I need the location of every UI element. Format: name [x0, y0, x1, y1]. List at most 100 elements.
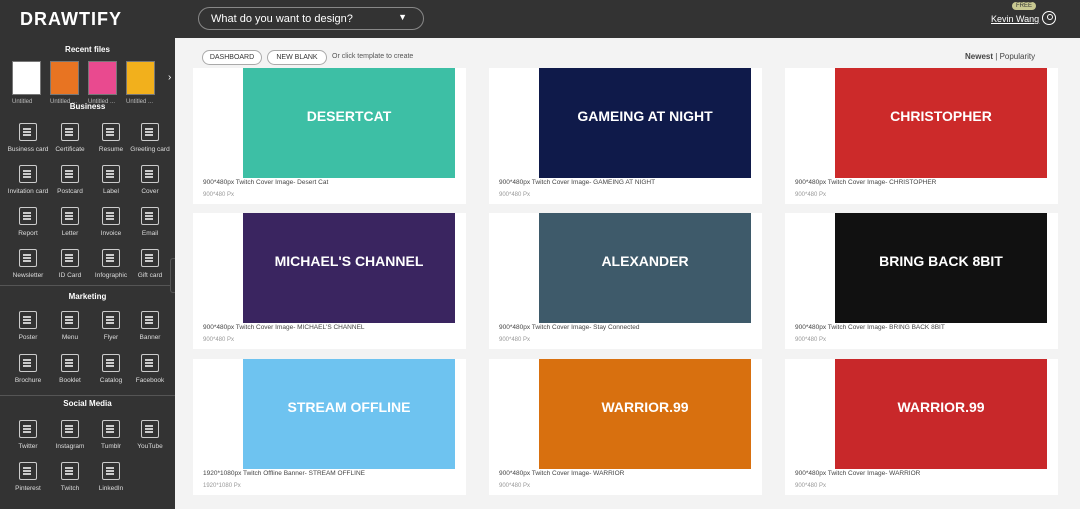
template-category-facebook[interactable]: Facebook: [128, 354, 172, 384]
thumbnail-text: BRING BACK 8BIT: [879, 253, 1003, 269]
template-card[interactable]: STREAM OFFLINE 1920*1080px Twitch Offline…: [193, 359, 466, 495]
template-size: 900*480 Px: [795, 337, 827, 343]
category-icon: [141, 207, 159, 225]
template-card[interactable]: WARRIOR.99 900*480px Twitch Cover Image- …: [489, 359, 762, 495]
category-icon: [19, 420, 37, 438]
search-dropdown[interactable]: What do you want to design? ▼: [198, 7, 424, 30]
template-category-invoice[interactable]: Invoice: [89, 207, 133, 237]
template-category-infographic[interactable]: Infographic: [89, 249, 133, 279]
dashboard-button[interactable]: DASHBOARD: [202, 50, 262, 65]
category-label: Facebook: [135, 377, 165, 384]
template-thumbnail[interactable]: WARRIOR.99: [835, 359, 1047, 469]
template-title: 900*480px Twitch Cover Image- WARRIOR: [499, 470, 625, 477]
new-blank-button[interactable]: NEW BLANK: [267, 50, 327, 65]
recent-file[interactable]: [12, 61, 41, 95]
template-category-catalog[interactable]: Catalog: [89, 354, 133, 384]
category-icon: [141, 123, 159, 141]
category-label: Cover: [141, 188, 159, 195]
user-name-link[interactable]: Kevin Wang: [991, 14, 1039, 24]
template-category-resume[interactable]: Resume: [89, 123, 133, 153]
template-thumbnail[interactable]: GAMEING AT NIGHT: [539, 68, 751, 178]
template-thumbnail[interactable]: ALEXANDER: [539, 213, 751, 323]
template-thumbnail[interactable]: MICHAEL'S CHANNEL: [243, 213, 455, 323]
category-label: Invitation card: [7, 188, 49, 195]
template-thumbnail[interactable]: BRING BACK 8BIT: [835, 213, 1047, 323]
recent-file[interactable]: [88, 61, 117, 95]
user-account-icon[interactable]: [1042, 11, 1056, 25]
template-card[interactable]: CHRISTOPHER 900*480px Twitch Cover Image-…: [785, 68, 1058, 204]
template-category-flyer[interactable]: Flyer: [89, 311, 133, 341]
template-card[interactable]: ALEXANDER 900*480px Twitch Cover Image- S…: [489, 213, 762, 349]
template-size: 900*480 Px: [203, 192, 235, 198]
template-category-label[interactable]: Label: [89, 165, 133, 195]
template-category-pinterest[interactable]: Pinterest: [6, 462, 50, 492]
template-thumbnail[interactable]: DESERTCAT: [243, 68, 455, 178]
category-icon: [141, 165, 159, 183]
sort-divider: |: [995, 52, 998, 61]
template-category-cover[interactable]: Cover: [128, 165, 172, 195]
template-category-report[interactable]: Report: [6, 207, 50, 237]
template-category-postcard[interactable]: Postcard: [48, 165, 92, 195]
chevron-right-icon[interactable]: ›: [168, 72, 171, 83]
template-card[interactable]: WARRIOR.99 900*480px Twitch Cover Image- …: [785, 359, 1058, 495]
template-category-brochure[interactable]: Brochure: [6, 354, 50, 384]
template-title: 1920*1080px Twitch Offline Banner- STREA…: [203, 470, 365, 477]
category-icon: [19, 165, 37, 183]
template-title: 900*480px Twitch Cover Image- CHRISTOPHE…: [795, 179, 937, 186]
category-icon: [102, 207, 120, 225]
template-thumbnail[interactable]: STREAM OFFLINE: [243, 359, 455, 469]
template-card[interactable]: DESERTCAT 900*480px Twitch Cover Image- D…: [193, 68, 466, 204]
category-icon: [61, 354, 79, 372]
template-category-instagram[interactable]: Instagram: [48, 420, 92, 450]
template-thumbnail[interactable]: WARRIOR.99: [539, 359, 751, 469]
template-thumbnail[interactable]: CHRISTOPHER: [835, 68, 1047, 178]
template-category-greeting-card[interactable]: Greeting card: [128, 123, 172, 153]
category-icon: [19, 249, 37, 267]
main-panel: DASHBOARD NEW BLANK Or click template to…: [175, 38, 1080, 509]
category-icon: [141, 354, 159, 372]
template-card[interactable]: BRING BACK 8BIT 900*480px Twitch Cover Im…: [785, 213, 1058, 349]
template-category-newsletter[interactable]: Newsletter: [6, 249, 50, 279]
category-label: Tumblr: [101, 443, 121, 450]
template-category-letter[interactable]: Letter: [48, 207, 92, 237]
template-category-invitation-card[interactable]: Invitation card: [6, 165, 50, 195]
template-category-youtube[interactable]: YouTube: [128, 420, 172, 450]
category-icon: [61, 462, 79, 480]
template-category-linkedin[interactable]: LinkedIn: [89, 462, 133, 492]
template-category-booklet[interactable]: Booklet: [48, 354, 92, 384]
recent-file[interactable]: [126, 61, 155, 95]
template-size: 900*480 Px: [795, 483, 827, 489]
template-size: 900*480 Px: [499, 337, 531, 343]
create-hint: Or click template to create: [332, 53, 414, 60]
category-icon: [102, 123, 120, 141]
social-media-heading: Social Media: [63, 399, 112, 408]
template-category-certificate[interactable]: Certificate: [48, 123, 92, 153]
template-category-business-card[interactable]: Business card: [6, 123, 50, 153]
template-category-id-card[interactable]: ID Card: [48, 249, 92, 279]
recent-files-heading: Recent files: [65, 45, 110, 54]
search-placeholder: What do you want to design?: [211, 13, 353, 25]
template-card[interactable]: MICHAEL'S CHANNEL 900*480px Twitch Cover …: [193, 213, 466, 349]
category-icon: [19, 311, 37, 329]
template-category-banner[interactable]: Banner: [128, 311, 172, 341]
template-category-twitch[interactable]: Twitch: [48, 462, 92, 492]
category-icon: [141, 249, 159, 267]
category-label: Certificate: [55, 146, 85, 153]
template-size: 900*480 Px: [203, 337, 235, 343]
sort-newest[interactable]: Newest: [965, 52, 993, 61]
sidebar: Recent files › Untitled Untitled ... Unt…: [0, 38, 175, 509]
category-label: Twitch: [60, 485, 80, 492]
template-title: 900*480px Twitch Cover Image- BRING BACK…: [795, 324, 945, 331]
category-icon: [19, 462, 37, 480]
template-category-poster[interactable]: Poster: [6, 311, 50, 341]
logo[interactable]: DRAWTIFY: [20, 9, 122, 30]
template-category-twitter[interactable]: Twitter: [6, 420, 50, 450]
template-category-menu[interactable]: Menu: [48, 311, 92, 341]
recent-file[interactable]: [50, 61, 79, 95]
category-icon: [61, 311, 79, 329]
sort-popularity[interactable]: Popularity: [1000, 52, 1036, 61]
template-category-tumblr[interactable]: Tumblr: [89, 420, 133, 450]
template-category-email[interactable]: Email: [128, 207, 172, 237]
template-category-gift-card[interactable]: Gift card: [128, 249, 172, 279]
template-card[interactable]: GAMEING AT NIGHT 900*480px Twitch Cover I…: [489, 68, 762, 204]
